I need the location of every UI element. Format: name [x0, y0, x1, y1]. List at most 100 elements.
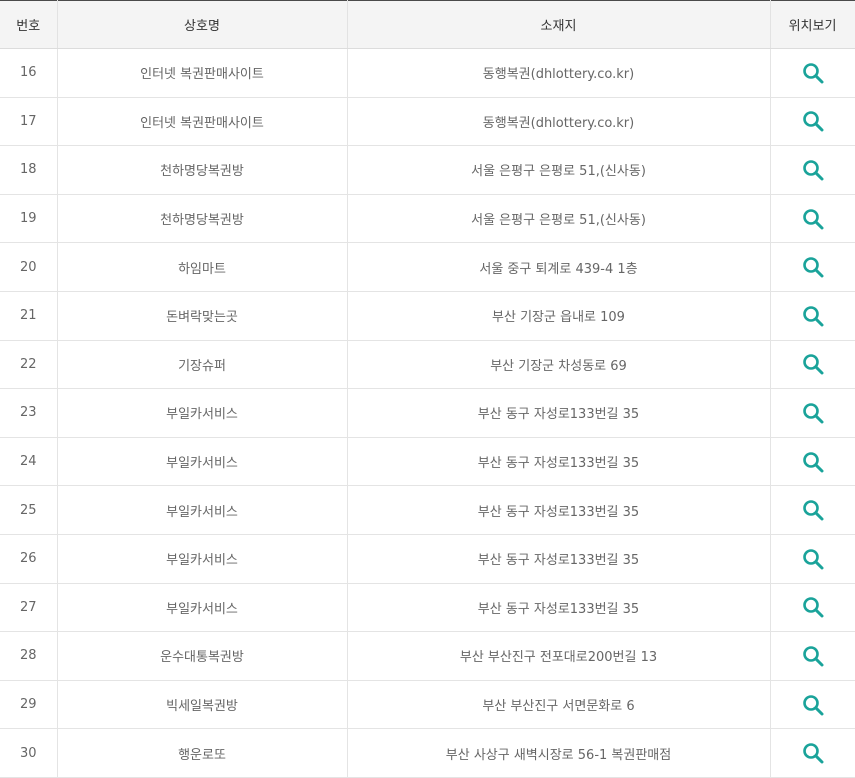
- row-location-cell: [769, 534, 855, 584]
- table-row: 25 부일카서비스 부산 동구 자성로133번길 35: [0, 485, 855, 535]
- row-shop-name: 돈벼락맞는곳: [56, 291, 347, 341]
- search-icon: [802, 208, 823, 230]
- view-location-button[interactable]: [801, 352, 825, 376]
- row-address: 서울 은평구 은평로 51,(신사동): [346, 194, 770, 244]
- table-row: 22 기장슈퍼 부산 기장군 차성동로 69: [0, 340, 855, 390]
- row-shop-name: 부일카서비스: [56, 485, 347, 535]
- table-row: 16 인터넷 복권판매사이트 동행복권(dhlottery.co.kr): [0, 48, 855, 98]
- row-address: 부산 기장군 차성동로 69: [346, 340, 770, 390]
- search-icon: [802, 597, 823, 618]
- row-location-cell: [769, 291, 855, 341]
- view-location-button[interactable]: [801, 255, 825, 279]
- table-body: 16 인터넷 복권판매사이트 동행복권(dhlottery.co.kr) 17 …: [0, 48, 855, 778]
- row-address: 부산 동구 자성로133번길 35: [346, 485, 770, 535]
- search-icon: [802, 403, 823, 424]
- search-icon: [802, 694, 823, 716]
- view-location-button[interactable]: [801, 741, 825, 765]
- row-location-cell: [769, 583, 855, 633]
- row-number: 30: [0, 728, 57, 778]
- table-row: 21 돈벼락맞는곳 부산 기장군 읍내로 109: [0, 291, 855, 341]
- view-location-button[interactable]: [801, 644, 825, 668]
- row-location-cell: [769, 145, 855, 195]
- row-shop-name: 인터넷 복권판매사이트: [56, 48, 347, 98]
- row-number: 29: [0, 680, 57, 730]
- search-icon: [802, 451, 823, 473]
- view-location-button[interactable]: [801, 547, 825, 571]
- row-shop-name: 부일카서비스: [56, 583, 347, 633]
- row-shop-name: 인터넷 복권판매사이트: [56, 97, 347, 147]
- row-number: 22: [0, 340, 57, 390]
- row-location-cell: [769, 437, 855, 487]
- row-location-cell: [769, 97, 855, 147]
- table-row: 28 운수대통복권방 부산 부산진구 전포대로200번길 13: [0, 631, 855, 681]
- row-location-cell: [769, 485, 855, 535]
- view-location-button[interactable]: [801, 498, 825, 522]
- header-shop-name: 상호명: [56, 0, 347, 49]
- shop-table: 번호 상호명 소재지 위치보기 16 인터넷 복권판매사이트 동행복권(dhlo…: [0, 0, 855, 778]
- search-icon: [802, 111, 823, 132]
- row-address: 부산 동구 자성로133번길 35: [346, 583, 770, 633]
- row-number: 18: [0, 145, 57, 195]
- table-header: 번호 상호명 소재지 위치보기: [0, 0, 855, 49]
- search-icon: [802, 500, 823, 521]
- row-address: 부산 동구 자성로133번길 35: [346, 388, 770, 438]
- table-row: 17 인터넷 복권판매사이트 동행복권(dhlottery.co.kr): [0, 97, 855, 147]
- search-icon: [802, 354, 823, 375]
- view-location-button[interactable]: [801, 450, 825, 474]
- table-row: 30 행운로또 부산 사상구 새벽시장로 56-1 복권판매점: [0, 728, 855, 778]
- row-number: 23: [0, 388, 57, 438]
- view-location-button[interactable]: [801, 595, 825, 619]
- header-address: 소재지: [346, 0, 770, 49]
- row-location-cell: [769, 242, 855, 292]
- view-location-button[interactable]: [801, 61, 825, 85]
- row-location-cell: [769, 48, 855, 98]
- row-number: 27: [0, 583, 57, 633]
- row-location-cell: [769, 194, 855, 244]
- row-address: 부산 사상구 새벽시장로 56-1 복권판매점: [346, 728, 770, 778]
- row-location-cell: [769, 728, 855, 778]
- row-number: 28: [0, 631, 57, 681]
- row-number: 20: [0, 242, 57, 292]
- view-location-button[interactable]: [801, 207, 825, 231]
- view-location-button[interactable]: [801, 304, 825, 328]
- view-location-button[interactable]: [801, 109, 825, 133]
- header-row: 번호 상호명 소재지 위치보기: [0, 0, 855, 49]
- view-location-button[interactable]: [801, 693, 825, 717]
- row-address: 동행복권(dhlottery.co.kr): [346, 48, 770, 98]
- view-location-button[interactable]: [801, 158, 825, 182]
- row-shop-name: 부일카서비스: [56, 437, 347, 487]
- row-shop-name: 천하명당복권방: [56, 194, 347, 244]
- view-location-button[interactable]: [801, 401, 825, 425]
- table-row: 19 천하명당복권방 서울 은평구 은평로 51,(신사동): [0, 194, 855, 244]
- row-number: 17: [0, 97, 57, 147]
- search-icon: [802, 257, 823, 278]
- search-icon: [802, 160, 823, 181]
- table-row: 27 부일카서비스 부산 동구 자성로133번길 35: [0, 583, 855, 633]
- table-row: 23 부일카서비스 부산 동구 자성로133번길 35: [0, 388, 855, 438]
- row-location-cell: [769, 680, 855, 730]
- row-location-cell: [769, 340, 855, 390]
- row-address: 부산 동구 자성로133번길 35: [346, 437, 770, 487]
- table-row: 29 빅세일복권방 부산 부산진구 서면문화로 6: [0, 680, 855, 730]
- search-icon: [802, 548, 823, 570]
- search-icon: [802, 743, 823, 764]
- search-icon: [802, 646, 823, 667]
- header-number: 번호: [0, 0, 57, 49]
- row-address: 서울 중구 퇴계로 439-4 1층: [346, 242, 770, 292]
- row-address: 부산 부산진구 서면문화로 6: [346, 680, 770, 730]
- table-row: 26 부일카서비스 부산 동구 자성로133번길 35: [0, 534, 855, 584]
- row-number: 24: [0, 437, 57, 487]
- search-icon: [802, 62, 823, 84]
- row-shop-name: 기장슈퍼: [56, 340, 347, 390]
- row-number: 25: [0, 485, 57, 535]
- row-shop-name: 천하명당복권방: [56, 145, 347, 195]
- row-number: 16: [0, 48, 57, 98]
- row-address: 동행복권(dhlottery.co.kr): [346, 97, 770, 147]
- row-shop-name: 빅세일복권방: [56, 680, 347, 730]
- row-address: 부산 동구 자성로133번길 35: [346, 534, 770, 584]
- table-row: 24 부일카서비스 부산 동구 자성로133번길 35: [0, 437, 855, 487]
- row-address: 부산 부산진구 전포대로200번길 13: [346, 631, 770, 681]
- header-location: 위치보기: [769, 0, 855, 49]
- row-location-cell: [769, 388, 855, 438]
- table-row: 18 천하명당복권방 서울 은평구 은평로 51,(신사동): [0, 145, 855, 195]
